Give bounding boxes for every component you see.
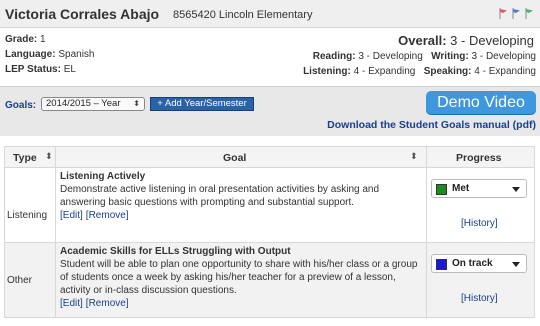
student-header: Victoria Corrales Abajo 8565420 Lincoln …	[0, 0, 540, 28]
overall-label: Overall:	[398, 33, 447, 48]
goal-column-header[interactable]: Goal	[223, 152, 246, 164]
download-manual-link[interactable]: Download the Student Goals manual (pdf)	[327, 119, 536, 131]
language-label: Language:	[5, 49, 56, 60]
student-id: 8565420	[173, 9, 216, 21]
listening-value: 4 - Expanding	[353, 66, 416, 77]
goals-label: Goals:	[5, 100, 37, 111]
history-link[interactable]: [History]	[461, 293, 498, 304]
type-column-header[interactable]: Type	[13, 152, 37, 164]
remove-link[interactable]: [Remove]	[86, 298, 129, 309]
demo-video-button[interactable]: Demo Video	[426, 91, 536, 114]
lep-value: EL	[63, 64, 76, 75]
grade-label: Grade:	[5, 34, 38, 45]
goal-title: Academic Skills for ELLs Struggling with…	[60, 246, 291, 257]
writing-value: 3 - Developing	[471, 51, 536, 62]
goal-links: [Edit] [Remove]	[60, 297, 422, 310]
grade-value: 1	[40, 34, 46, 45]
flag-group	[499, 8, 534, 19]
scores-row-1: Reading: 3 - Developing Writing: 3 - Dev…	[313, 51, 536, 62]
chevron-down-icon	[512, 187, 520, 192]
progress-column-header: Progress	[456, 152, 502, 164]
goals-table-header: Type ⬍ Goal ⬍ Progress	[4, 146, 535, 168]
red-flag-icon[interactable]	[499, 8, 508, 19]
green-flag-icon[interactable]	[525, 8, 534, 19]
sort-icon[interactable]: ⬍	[45, 151, 53, 162]
goal-type: Other	[7, 275, 33, 286]
goal-description: Student will be able to plan one opportu…	[60, 259, 418, 296]
table-row: Other Academic Skills for ELLs Strugglin…	[4, 243, 535, 318]
overall-value: 3 - Developing	[450, 33, 534, 48]
goal-cell: Listening Actively Demonstrate active li…	[60, 170, 422, 222]
speaking-value: 4 - Expanding	[474, 66, 536, 77]
status-color-swatch	[436, 184, 447, 195]
goal-title: Listening Actively	[60, 171, 146, 182]
goals-toolbar: Goals: 2014/2015 – Year ⬍ + Add Year/Sem…	[0, 86, 540, 136]
add-year-semester-button[interactable]: + Add Year/Semester	[150, 97, 254, 111]
table-row: Listening Listening Actively Demonstrate…	[4, 168, 535, 243]
scores-row-2: Listening: 4 - Expanding Speaking: 4 - E…	[303, 66, 536, 77]
language-value: Spanish	[58, 49, 95, 60]
goal-links: [Edit] [Remove]	[60, 209, 422, 222]
edit-link[interactable]: [Edit]	[60, 298, 83, 309]
sort-icon[interactable]: ⬍	[410, 151, 418, 162]
year-select-value: 2014/2015 – Year	[46, 98, 121, 109]
lep-row: LEP Status: EL	[5, 64, 76, 75]
listening-label: Listening:	[303, 66, 351, 77]
lep-label: LEP Status:	[5, 64, 61, 75]
remove-link[interactable]: [Remove]	[86, 210, 129, 221]
reading-value: 3 - Developing	[358, 51, 423, 62]
school-name: Lincoln Elementary	[218, 9, 313, 21]
chevron-down-icon	[512, 262, 520, 267]
progress-status-select[interactable]: Met	[431, 179, 527, 198]
status-label: Met	[452, 183, 470, 194]
status-color-swatch	[436, 259, 447, 270]
speaking-label: Speaking:	[423, 66, 472, 77]
progress-cell: Met [History]	[426, 168, 536, 242]
goal-type: Listening	[7, 210, 48, 221]
reading-label: Reading:	[312, 51, 356, 62]
writing-label: Writing:	[431, 51, 469, 62]
year-select[interactable]: 2014/2015 – Year ⬍	[41, 97, 145, 111]
blue-flag-icon[interactable]	[512, 8, 521, 19]
progress-cell: On track [History]	[426, 243, 536, 317]
progress-status-select[interactable]: On track	[431, 254, 527, 273]
student-meta: 8565420 Lincoln Elementary	[173, 9, 312, 21]
student-name: Victoria Corrales Abajo	[5, 6, 160, 22]
history-link[interactable]: [History]	[461, 218, 498, 229]
edit-link[interactable]: [Edit]	[60, 210, 83, 221]
language-row: Language: Spanish	[5, 49, 94, 60]
select-arrows-icon: ⬍	[133, 99, 140, 108]
grade-row: Grade: 1	[5, 34, 46, 45]
goal-cell: Academic Skills for ELLs Struggling with…	[60, 245, 422, 310]
goal-description: Demonstrate active listening in oral pre…	[60, 184, 380, 208]
overall-score: Overall: 3 - Developing	[398, 33, 534, 48]
status-label: On track	[452, 258, 493, 269]
